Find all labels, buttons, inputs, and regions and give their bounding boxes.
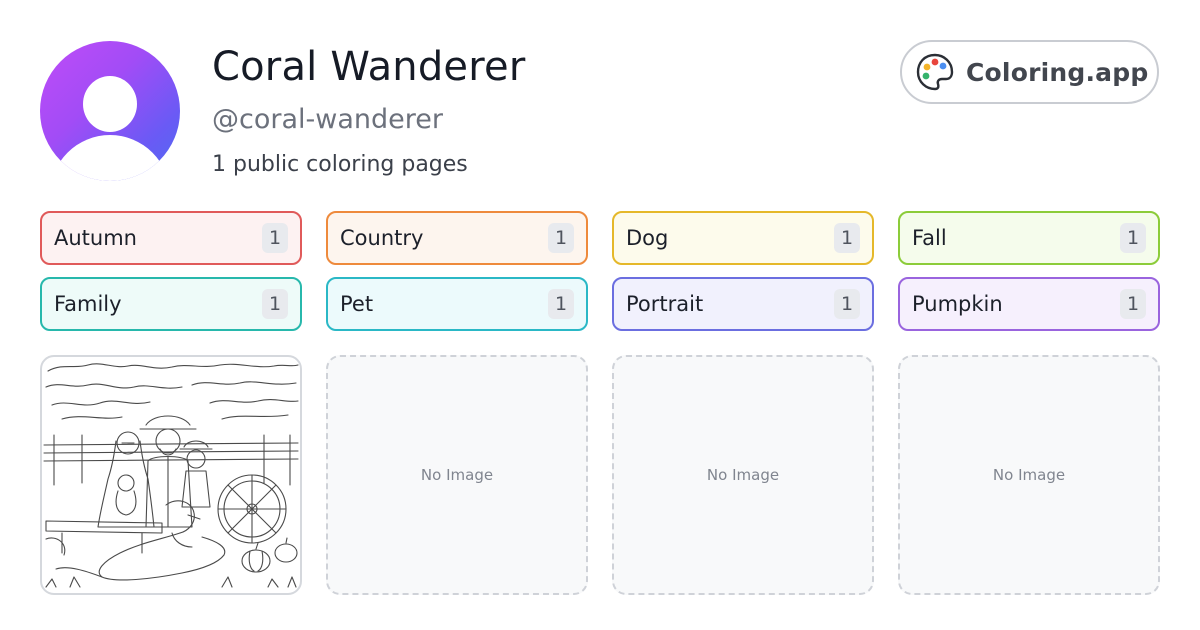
tag-count-badge: 1 [262, 223, 288, 253]
palette-icon [916, 53, 954, 91]
tag-family[interactable]: Family 1 [40, 277, 302, 331]
brand-label: Coloring.app [966, 57, 1149, 87]
avatar-head-shape [83, 76, 137, 132]
tag-label: Fall [912, 226, 947, 250]
family-coloring-illustration [43, 363, 299, 588]
coloring-page-thumbnail[interactable] [40, 355, 302, 595]
profile-name: Coral Wanderer [212, 44, 526, 90]
tag-count-badge: 1 [548, 289, 574, 319]
tag-count-badge: 1 [1120, 289, 1146, 319]
tag-portrait[interactable]: Portrait 1 [612, 277, 874, 331]
tag-autumn[interactable]: Autumn 1 [40, 211, 302, 265]
tag-pumpkin[interactable]: Pumpkin 1 [898, 277, 1160, 331]
tag-count-badge: 1 [548, 223, 574, 253]
tag-label: Portrait [626, 292, 704, 316]
tag-label: Pumpkin [912, 292, 1003, 316]
page-count-text: 1 public coloring pages [212, 152, 468, 177]
profile-handle: @coral-wanderer [212, 104, 443, 135]
tag-label: Country [340, 226, 424, 250]
tag-count-badge: 1 [834, 223, 860, 253]
brand-link[interactable]: Coloring.app [900, 40, 1159, 104]
tag-fall[interactable]: Fall 1 [898, 211, 1160, 265]
tag-count-badge: 1 [262, 289, 288, 319]
empty-thumbnail: No Image [326, 355, 588, 595]
avatar-body-shape [50, 135, 170, 181]
tag-label: Autumn [54, 226, 137, 250]
no-image-label: No Image [706, 466, 780, 484]
tag-label: Pet [340, 292, 374, 316]
tag-label: Family [54, 292, 122, 316]
tag-pet[interactable]: Pet 1 [326, 277, 588, 331]
tag-country[interactable]: Country 1 [326, 211, 588, 265]
empty-thumbnail: No Image [612, 355, 874, 595]
avatar [40, 41, 180, 181]
empty-thumbnail: No Image [898, 355, 1160, 595]
tag-count-badge: 1 [834, 289, 860, 319]
no-image-label: No Image [992, 466, 1066, 484]
tag-label: Dog [626, 226, 669, 250]
tag-dog[interactable]: Dog 1 [612, 211, 874, 265]
tag-count-badge: 1 [1120, 223, 1146, 253]
no-image-label: No Image [420, 466, 494, 484]
